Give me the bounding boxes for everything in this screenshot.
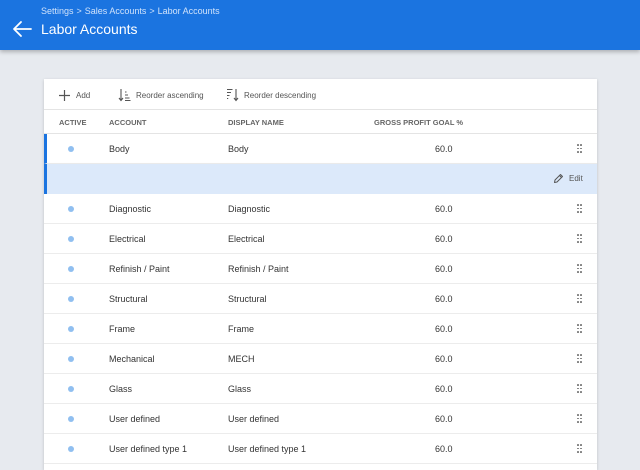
table-row[interactable]: Diagnostic Diagnostic 60.0 bbox=[44, 194, 597, 224]
drag-handle-icon[interactable] bbox=[577, 234, 582, 243]
gross-profit-goal-cell: 60.0 bbox=[435, 264, 453, 274]
gross-profit-goal-cell: 60.0 bbox=[435, 354, 453, 364]
reorder-ascending-label: Reorder ascending bbox=[136, 90, 204, 100]
breadcrumb-settings[interactable]: Settings bbox=[41, 6, 74, 16]
breadcrumb-separator: > bbox=[149, 6, 155, 16]
table-row-selected[interactable]: Body Body 60.0 bbox=[44, 134, 597, 164]
table-row[interactable]: User defined type 1 User defined type 1 … bbox=[44, 434, 597, 464]
edit-button[interactable]: Edit bbox=[553, 173, 583, 184]
column-header-active[interactable]: ACTIVE bbox=[59, 118, 87, 127]
table-row[interactable]: User defined User defined 60.0 bbox=[44, 404, 597, 434]
sort-descending-icon bbox=[227, 88, 239, 102]
active-indicator bbox=[68, 446, 74, 452]
back-button[interactable] bbox=[11, 19, 33, 39]
display-name-cell: Diagnostic bbox=[228, 204, 271, 214]
drag-handle-icon[interactable] bbox=[577, 414, 582, 423]
active-indicator bbox=[68, 266, 74, 272]
edit-label: Edit bbox=[569, 174, 583, 183]
gross-profit-goal-cell: 60.0 bbox=[435, 204, 453, 214]
drag-handle-icon[interactable] bbox=[577, 264, 582, 273]
account-cell: Diagnostic bbox=[109, 204, 152, 214]
drag-handle-icon[interactable] bbox=[577, 294, 582, 303]
arrow-left-icon bbox=[13, 21, 32, 37]
drag-handle-icon[interactable] bbox=[577, 324, 582, 333]
drag-handle-icon[interactable] bbox=[577, 384, 582, 393]
reorder-ascending-button[interactable]: Reorder ascending bbox=[118, 87, 204, 103]
display-name-cell: Refinish / Paint bbox=[228, 264, 289, 274]
accounts-card: Add Reorder ascending Reorder descending… bbox=[44, 79, 597, 470]
account-cell: Frame bbox=[109, 324, 136, 334]
account-cell: User defined type 1 bbox=[109, 444, 188, 454]
table-row[interactable]: Glass Glass 60.0 bbox=[44, 374, 597, 404]
add-button[interactable]: Add bbox=[58, 87, 90, 103]
add-label: Add bbox=[76, 90, 91, 100]
reorder-descending-button[interactable]: Reorder descending bbox=[226, 87, 316, 103]
table-row[interactable]: Frame Frame 60.0 bbox=[44, 314, 597, 344]
drag-handle-icon[interactable] bbox=[577, 204, 582, 213]
column-header-gross-profit-goal[interactable]: GROSS PROFIT GOAL % bbox=[374, 118, 463, 127]
breadcrumb-separator: > bbox=[76, 6, 82, 16]
gross-profit-goal-cell: 60.0 bbox=[435, 144, 453, 154]
table-row[interactable]: Structural Structural 60.0 bbox=[44, 284, 597, 314]
account-cell: Refinish / Paint bbox=[109, 264, 170, 274]
display-name-cell: Body bbox=[228, 144, 249, 154]
account-cell: User defined bbox=[109, 414, 161, 424]
display-name-cell: Structural bbox=[228, 294, 267, 304]
account-cell: Glass bbox=[109, 384, 133, 394]
account-cell: Structural bbox=[109, 294, 148, 304]
display-name-cell: Electrical bbox=[228, 234, 265, 244]
account-cell: Body bbox=[109, 144, 130, 154]
column-header-display-name[interactable]: DISPLAY NAME bbox=[228, 118, 284, 127]
row-action-bar: Edit bbox=[44, 164, 597, 194]
table-row[interactable]: Mechanical MECH 60.0 bbox=[44, 344, 597, 374]
gross-profit-goal-cell: 60.0 bbox=[435, 414, 453, 424]
column-header-account[interactable]: ACCOUNT bbox=[109, 118, 147, 127]
active-indicator bbox=[68, 416, 74, 422]
account-cell: Electrical bbox=[109, 234, 146, 244]
account-cell: Mechanical bbox=[109, 354, 155, 364]
active-indicator bbox=[68, 386, 74, 392]
drag-handle-icon[interactable] bbox=[577, 444, 582, 453]
display-name-cell: User defined bbox=[228, 414, 280, 424]
active-indicator bbox=[68, 296, 74, 302]
table-header: ACTIVE ACCOUNT DISPLAY NAME GROSS PROFIT… bbox=[44, 110, 597, 134]
display-name-cell: User defined type 1 bbox=[228, 444, 307, 454]
gross-profit-goal-cell: 60.0 bbox=[435, 234, 453, 244]
gross-profit-goal-cell: 60.0 bbox=[435, 384, 453, 394]
active-indicator bbox=[68, 206, 74, 212]
gross-profit-goal-cell: 60.0 bbox=[435, 444, 453, 454]
table-row[interactable]: Electrical Electrical 60.0 bbox=[44, 224, 597, 254]
reorder-descending-label: Reorder descending bbox=[244, 90, 317, 100]
display-name-cell: MECH bbox=[228, 354, 255, 364]
display-name-cell: Glass bbox=[228, 384, 252, 394]
pencil-icon bbox=[554, 174, 563, 183]
drag-handle-icon[interactable] bbox=[577, 354, 582, 363]
drag-handle-icon[interactable] bbox=[577, 144, 582, 153]
active-indicator bbox=[68, 146, 74, 152]
app-bar: Settings > Sales Accounts > Labor Accounts L… bbox=[0, 0, 640, 50]
plus-icon bbox=[59, 89, 70, 101]
toolbar: Add Reorder ascending Reorder descending bbox=[44, 79, 597, 110]
table-row[interactable]: Refinish / Paint Refinish / Paint 60.0 bbox=[44, 254, 597, 284]
active-indicator bbox=[68, 326, 74, 332]
gross-profit-goal-cell: 60.0 bbox=[435, 324, 453, 334]
active-indicator bbox=[68, 356, 74, 362]
gross-profit-goal-cell: 60.0 bbox=[435, 294, 453, 304]
sort-ascending-icon bbox=[118, 89, 131, 102]
display-name-cell: Frame bbox=[228, 324, 255, 334]
page-title: Labor Accounts bbox=[41, 21, 138, 37]
breadcrumb-labor-accounts: Labor Accounts bbox=[157, 6, 220, 16]
breadcrumb: Settings > Sales Accounts > Labor Accounts bbox=[41, 6, 220, 16]
breadcrumb-sales-accounts[interactable]: Sales Accounts bbox=[85, 6, 147, 16]
active-indicator bbox=[68, 236, 74, 242]
